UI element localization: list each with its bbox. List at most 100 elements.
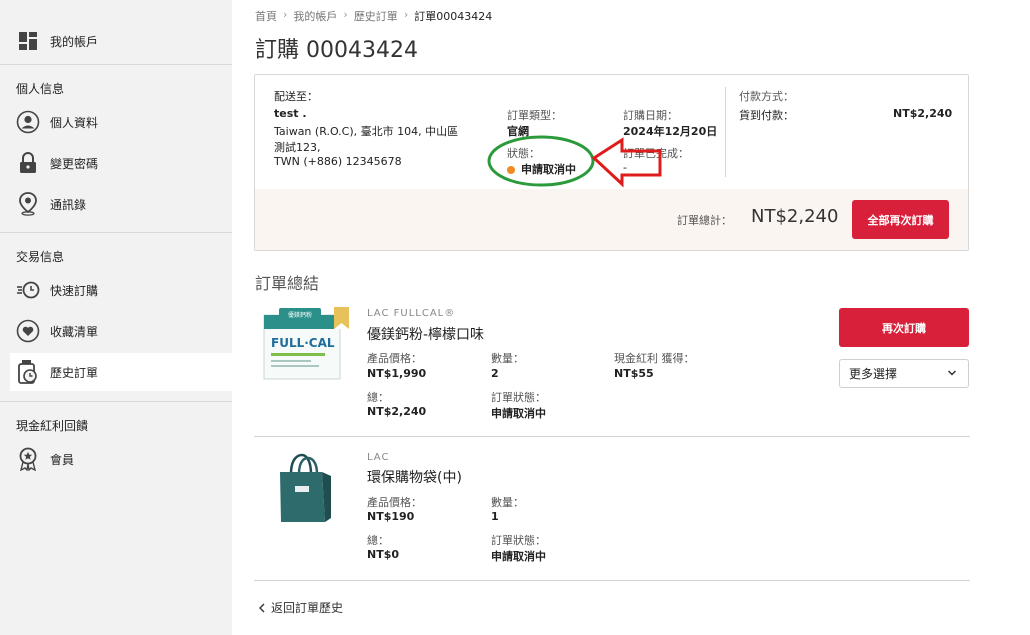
heart-icon [16,319,40,343]
divider [725,87,726,177]
ship-address-line2: 測試123, [274,141,321,154]
chevron-down-icon [947,370,957,376]
page-title: 訂購 00043424 [255,38,418,63]
product-image[interactable] [275,452,335,527]
sidebar: 我的帳戶 個人信息 個人資料 變更密碼 通訊錄 交易信息 快速訂購 收藏清單 歷… [0,0,232,635]
ship-name: test . [274,107,307,120]
product-status: 申請取消中 [491,407,546,420]
sidebar-item-member[interactable]: 會員 [10,440,232,478]
sidebar-item-label: 個人資料 [50,115,99,130]
location-pin-icon [16,192,40,216]
section-personal: 個人信息 [16,82,65,96]
product-price: NT$190 [367,510,415,523]
sidebar-item-wishlist[interactable]: 收藏清單 [10,312,232,350]
product-qty: 1 [491,510,499,523]
svg-text:FULL·CAL: FULL·CAL [271,336,335,350]
section-trade: 交易信息 [16,250,65,264]
payment-method-value: 貨到付款： [739,109,794,122]
sidebar-item-history[interactable]: 歷史訂單 [10,353,232,391]
reorder-button[interactable]: 再次訂購 [839,308,969,347]
sidebar-item-label: 收藏清單 [50,324,99,339]
payment-method-label: 付款方式： [739,90,794,103]
divider [0,232,232,233]
product-brand: LAC [367,452,390,463]
sidebar-item-label: 通訊錄 [50,197,87,212]
breadcrumb-current: 訂單00043424 [414,10,493,23]
breadcrumb: 首頁 › 我的帳戶 › 歷史訂單 › 訂單00043424 [255,8,492,24]
reorder-all-button[interactable]: 全部再次訂購 [852,200,949,239]
breadcrumb-separator: › [283,8,288,21]
breadcrumb-account[interactable]: 我的帳戶 [293,8,337,24]
order-total-value: NT$2,240 [751,206,839,227]
product-name[interactable]: 環保購物袋(中) [367,467,462,487]
order-completed-label: 訂單已完成： [623,147,689,160]
status-dot-icon [507,166,515,174]
product-name[interactable]: 優鎂鈣粉-檸檬口味 [367,324,484,344]
ship-phone: TWN (+886) 12345678 [274,155,402,168]
order-total-bar: 訂單總計： NT$2,240 全部再次訂購 [255,189,968,250]
sidebar-item-quickorder[interactable]: 快速訂購 [10,271,232,309]
svg-text:優鎂鈣粉: 優鎂鈣粉 [288,311,312,319]
breadcrumb-home[interactable]: 首頁 [255,8,277,24]
ship-to-label: 配送至： [274,90,318,103]
product-qty-label: 數量： [491,496,524,509]
divider [254,580,970,581]
ship-address-line1: Taiwan (R.O.C), 臺北市 104, 中山區 [274,125,459,138]
sidebar-item-account[interactable]: 我的帳戶 [10,22,232,60]
order-type-label: 訂單類型： [507,109,562,122]
award-icon [16,447,40,471]
divider [0,401,232,402]
more-options-label: 更多選擇 [849,367,898,381]
order-completed-value: - [623,161,627,174]
dashboard-icon [16,29,40,53]
sidebar-item-password[interactable]: 變更密碼 [10,144,232,182]
product-status-label: 訂單狀態： [491,391,546,404]
sidebar-item-addressbook[interactable]: 通訊錄 [10,185,232,223]
product-price-label: 產品價格： [367,496,422,509]
order-summary-box: 配送至： test . Taiwan (R.O.C), 臺北市 104, 中山區… [254,74,969,251]
back-to-history-link[interactable]: 返回訂單歷史 [257,599,343,616]
status-text: 申請取消中 [521,163,576,176]
breadcrumb-separator: › [403,8,409,21]
chevron-left-icon [259,603,265,612]
product-total: NT$2,240 [367,405,427,418]
order-total-label: 訂單總計： [677,214,732,227]
lock-icon [16,151,40,175]
product-qty-label: 數量： [491,352,524,365]
order-status-value: 申請取消中 [507,161,576,177]
breadcrumb-separator: › [343,8,348,21]
sidebar-item-label: 我的帳戶 [50,34,99,49]
order-type-value: 官網 [507,125,529,138]
product-status: 申請取消中 [491,550,546,563]
product-total-label: 總： [367,534,389,547]
fast-clock-icon [16,278,40,302]
back-link-label: 返回訂單歷史 [271,601,344,615]
product-reward: NT$55 [614,367,654,380]
sidebar-item-label: 會員 [50,452,75,467]
product-brand: LAC FULLCAL® [367,308,456,319]
breadcrumb-history[interactable]: 歷史訂單 [354,8,398,24]
section-rewards: 現金紅利回饋 [16,419,89,433]
product-total: NT$0 [367,548,400,561]
product-price: NT$1,990 [367,367,427,380]
order-summary-title: 訂單總結 [255,274,320,293]
sidebar-item-label: 快速訂購 [50,283,99,298]
sidebar-item-profile[interactable]: 個人資料 [10,103,232,141]
user-icon [16,110,40,134]
order-info-panel: 配送至： test . Taiwan (R.O.C), 臺北市 104, 中山區… [255,75,968,189]
order-date-label: 訂購日期： [623,109,678,122]
divider [254,436,970,437]
divider [0,64,232,65]
payment-amount: NT$2,240 [893,107,953,120]
product-total-label: 總： [367,391,389,404]
sidebar-item-label: 變更密碼 [50,156,99,171]
sidebar-item-label: 歷史訂單 [50,365,99,380]
product-qty: 2 [491,367,499,380]
product-reward-label: 現金紅利 獲得： [614,352,695,365]
order-status-label: 狀態： [507,147,540,160]
product-price-label: 產品價格： [367,352,422,365]
product-status-label: 訂單狀態： [491,534,546,547]
more-options-dropdown[interactable]: 更多選擇 [839,359,969,388]
product-image[interactable]: 優鎂鈣粉 FULL·CAL [261,305,351,385]
order-history-icon [16,360,40,384]
